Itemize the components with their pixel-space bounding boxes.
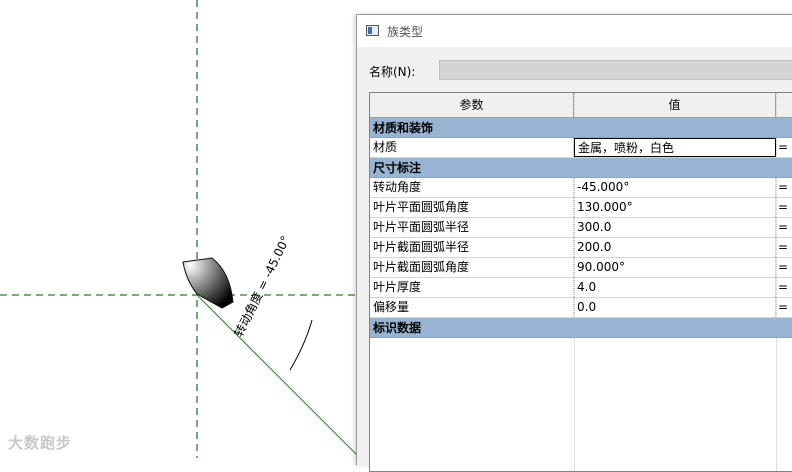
family-types-icon bbox=[366, 25, 379, 36]
param-value[interactable]: 300.0 bbox=[574, 218, 776, 237]
param-formula[interactable]: = bbox=[776, 198, 792, 217]
param-name: 叶片截面圆弧半径 bbox=[370, 238, 574, 257]
table-row[interactable]: 材质 金属，喷粉，白色 = bbox=[370, 138, 792, 158]
group-header-materials[interactable]: 材质和装饰 bbox=[370, 118, 792, 138]
param-value-input[interactable]: 金属，喷粉，白色 bbox=[574, 138, 776, 157]
table-row[interactable]: 叶片平面圆弧角度 130.000° = bbox=[370, 198, 792, 218]
group-header-identity-data[interactable]: 标识数据 bbox=[370, 318, 792, 338]
param-formula[interactable]: = bbox=[776, 258, 792, 277]
param-name: 叶片平面圆弧角度 bbox=[370, 198, 574, 217]
param-name: 材质 bbox=[370, 138, 574, 157]
dialog-body: 名称(N): 参数 值 材质和装饰 材质 金属，喷粉，白色 = 尺寸标注 转动角… bbox=[357, 47, 792, 472]
column-header-param[interactable]: 参数 bbox=[370, 93, 574, 117]
dialog-titlebar[interactable]: 族类型 bbox=[357, 15, 792, 47]
angle-dimension-arc[interactable] bbox=[289, 319, 313, 371]
column-header-value[interactable]: 值 bbox=[574, 93, 776, 117]
family-types-dialog[interactable]: 族类型 名称(N): 参数 值 材质和装饰 材质 金属，喷粉，白色 = 尺寸标注… bbox=[356, 14, 792, 472]
param-value[interactable]: 130.000° bbox=[574, 198, 776, 217]
name-field[interactable] bbox=[439, 60, 792, 80]
group-header-dimensions[interactable]: 尺寸标注 bbox=[370, 158, 792, 178]
table-row[interactable]: 转动角度 -45.000° = bbox=[370, 178, 792, 198]
table-row[interactable]: 叶片厚度 4.0 = bbox=[370, 278, 792, 298]
param-value[interactable]: 0.0 bbox=[574, 298, 776, 317]
param-value[interactable]: -45.000° bbox=[574, 178, 776, 197]
param-name: 叶片厚度 bbox=[370, 278, 574, 297]
param-name: 偏移量 bbox=[370, 298, 574, 317]
table-rows: 材质和装饰 材质 金属，喷粉，白色 = 尺寸标注 转动角度 -45.000° =… bbox=[370, 118, 792, 338]
param-formula[interactable]: = bbox=[776, 178, 792, 197]
param-formula[interactable]: = bbox=[776, 298, 792, 317]
param-name: 叶片截面圆弧角度 bbox=[370, 258, 574, 277]
param-value[interactable]: 200.0 bbox=[574, 238, 776, 257]
table-row[interactable]: 偏移量 0.0 = bbox=[370, 298, 792, 318]
blade-element[interactable] bbox=[182, 257, 234, 309]
name-label: 名称(N): bbox=[369, 65, 416, 79]
param-value[interactable]: 4.0 bbox=[574, 278, 776, 297]
table-row[interactable]: 叶片截面圆弧半径 200.0 = bbox=[370, 238, 792, 258]
param-name: 叶片平面圆弧半径 bbox=[370, 218, 574, 237]
watermark-logo: 大数跑步 bbox=[8, 434, 73, 452]
param-formula[interactable]: = bbox=[776, 218, 792, 237]
rotation-angle-line[interactable] bbox=[196, 294, 359, 457]
table-row[interactable]: 叶片截面圆弧角度 90.000° = bbox=[370, 258, 792, 278]
parameters-table: 参数 值 材质和装饰 材质 金属，喷粉，白色 = 尺寸标注 转动角度 -45.0… bbox=[369, 92, 792, 472]
table-row[interactable]: 叶片平面圆弧半径 300.0 = bbox=[370, 218, 792, 238]
param-formula[interactable]: = bbox=[776, 238, 792, 257]
column-header-formula[interactable] bbox=[776, 93, 792, 117]
dialog-title: 族类型 bbox=[387, 25, 424, 39]
param-value[interactable]: 90.000° bbox=[574, 258, 776, 277]
table-header: 参数 值 bbox=[370, 93, 792, 118]
param-name: 转动角度 bbox=[370, 178, 574, 197]
param-formula[interactable]: = bbox=[776, 138, 792, 157]
param-formula[interactable]: = bbox=[776, 278, 792, 297]
